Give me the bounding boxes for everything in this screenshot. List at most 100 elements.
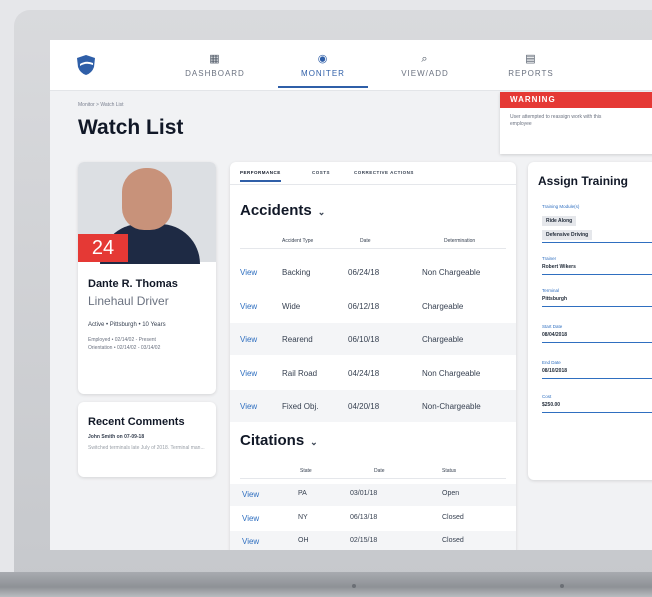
col-determination: Determination xyxy=(444,238,476,244)
view-link[interactable]: View xyxy=(242,490,259,499)
table-row: View Wide 06/12/18 Chargeable xyxy=(230,290,516,322)
driver-name: Dante R. Thomas xyxy=(88,278,178,290)
col-accident-type: Accident Type xyxy=(282,238,314,244)
divider xyxy=(240,248,506,249)
view-link[interactable]: View xyxy=(240,369,257,378)
cost-label: Cost xyxy=(542,394,552,399)
accident-type: Fixed Obj. xyxy=(282,402,319,411)
trainer-select[interactable]: Robert Wikers xyxy=(542,264,576,270)
tab-costs[interactable]: COSTS xyxy=(312,170,330,175)
report-icon: ▤ xyxy=(525,53,537,65)
col-state: State xyxy=(300,468,312,474)
nav-reports[interactable]: ▤ REPORTS xyxy=(486,52,576,78)
citation-status: Open xyxy=(442,490,460,497)
profile-card[interactable]: 24 Dante R. Thomas Linehaul Driver Activ… xyxy=(78,162,216,394)
view-link[interactable]: View xyxy=(240,335,257,344)
hinge-mark xyxy=(560,584,564,588)
driver-role: Linehaul Driver xyxy=(88,294,169,308)
accident-date: 06/24/18 xyxy=(348,268,380,277)
breadcrumb[interactable]: Monitor > Watch List xyxy=(78,102,124,108)
citation-state: OH xyxy=(298,537,309,544)
comment-text: Switched terminals late July of 2018. Te… xyxy=(88,445,205,451)
grid-icon: ▦ xyxy=(209,53,221,65)
accident-date: 06/12/18 xyxy=(348,302,380,311)
terminal-label: Terminal xyxy=(542,288,560,293)
accident-date: 04/20/18 xyxy=(348,402,380,411)
cost-field[interactable]: $250.00 xyxy=(542,402,560,408)
chevron-down-icon: ⌄ xyxy=(317,207,326,217)
accidents-heading[interactable]: Accidents ⌄ xyxy=(240,202,325,219)
comment-author: John Smith on 07-09-18 xyxy=(88,434,145,440)
view-link[interactable]: View xyxy=(242,514,259,523)
table-row: View Rearend 06/10/18 Chargeable xyxy=(230,323,516,355)
col-status: Status xyxy=(442,468,457,474)
end-date-label: End Date xyxy=(542,360,561,365)
module-chip[interactable]: Defensive Driving xyxy=(542,230,593,240)
recent-comments-card[interactable]: Recent Comments John Smith on 07-09-18 S… xyxy=(78,402,216,477)
warning-text: User attempted to reassign work with thi… xyxy=(510,114,602,127)
accident-determination: Chargeable xyxy=(422,302,464,311)
citation-date: 02/15/18 xyxy=(350,537,378,544)
driver-info: Active • Pittsburgh • 10 Years xyxy=(88,322,166,328)
view-link[interactable]: View xyxy=(240,302,257,311)
start-date-field[interactable]: 08/04/2018 xyxy=(542,332,567,338)
laptop-base xyxy=(0,572,652,597)
field-underline xyxy=(542,274,652,275)
accident-type: Backing xyxy=(282,268,311,277)
tab-bar: PERFORMANCE COSTS CORRECTIVE ACTIONS xyxy=(230,162,516,185)
table-row: View PA 03/01/18 Open xyxy=(230,484,516,506)
table-row: View Fixed Obj. 04/20/18 Non-Chargeable xyxy=(230,390,516,422)
field-underline xyxy=(542,342,652,343)
search-icon: ⌕ xyxy=(421,53,429,65)
orientation-dates: Orientation • 02/14/02 - 03/14/02 xyxy=(88,345,161,351)
accident-date: 04/24/18 xyxy=(348,369,380,378)
accident-determination: Non Chargeable xyxy=(422,369,481,378)
driver-dates: Employed • 02/14/02 - Present Orientatio… xyxy=(88,336,160,352)
table-row: View NY 06/13/18 Closed xyxy=(230,508,516,530)
table-row: View OH 02/15/18 Closed xyxy=(230,531,516,550)
warning-header: WARNING xyxy=(500,92,652,108)
citation-state: PA xyxy=(298,490,307,497)
nav-dashboard[interactable]: ▦ DASHBOARD xyxy=(170,52,260,78)
employed-dates: Employed • 02/14/02 - Present xyxy=(88,337,156,343)
module-label: Training Module(s) xyxy=(542,204,580,209)
driver-photo: 24 xyxy=(78,162,216,264)
shield-logo-icon[interactable] xyxy=(75,54,97,76)
chevron-down-icon: ⌄ xyxy=(310,437,318,447)
page-title: Watch List xyxy=(78,116,184,139)
nav-moniter[interactable]: ◉ MONITER xyxy=(278,52,368,88)
field-underline xyxy=(542,378,652,379)
tab-performance[interactable]: PERFORMANCE xyxy=(240,170,281,182)
top-nav: ▦ DASHBOARD ◉ MONITER ⌕ VIEW/ADD ▤ REPOR… xyxy=(50,40,652,91)
terminal-field[interactable]: Pittsburgh xyxy=(542,296,567,302)
view-link[interactable]: View xyxy=(242,537,259,546)
accident-determination: Non-Chargeable xyxy=(422,402,481,411)
accident-date: 06/10/18 xyxy=(348,335,380,344)
field-underline xyxy=(542,242,652,243)
accident-type: Rail Road xyxy=(282,369,318,378)
photo-head xyxy=(122,168,172,230)
nav-view-add[interactable]: ⌕ VIEW/ADD xyxy=(380,52,470,78)
view-link[interactable]: View xyxy=(240,402,257,411)
field-underline xyxy=(542,306,652,307)
divider xyxy=(240,478,506,479)
citation-status: Closed xyxy=(442,537,464,544)
module-chip[interactable]: Ride Along xyxy=(542,216,577,226)
col-date: Date xyxy=(360,238,371,244)
citation-state: NY xyxy=(298,514,308,521)
table-row: View Backing 06/24/18 Non Chargeable xyxy=(230,256,516,288)
accident-determination: Chargeable xyxy=(422,335,464,344)
eye-icon: ◉ xyxy=(317,53,329,65)
accident-determination: Non Chargeable xyxy=(422,268,481,277)
col-date: Date xyxy=(374,468,385,474)
app-screen: ▦ DASHBOARD ◉ MONITER ⌕ VIEW/ADD ▤ REPOR… xyxy=(50,40,652,550)
view-link[interactable]: View xyxy=(240,268,257,277)
accident-type: Wide xyxy=(282,302,301,311)
accident-type: Rearend xyxy=(282,335,313,344)
tab-corrective-actions[interactable]: CORRECTIVE ACTIONS xyxy=(354,170,414,175)
performance-panel: PERFORMANCE COSTS CORRECTIVE ACTIONS Acc… xyxy=(230,162,516,550)
trainer-label: Trainer xyxy=(542,256,557,261)
training-title: Assign Training xyxy=(538,174,629,188)
end-date-field[interactable]: 08/10/2018 xyxy=(542,368,567,374)
citations-heading[interactable]: Citations ⌄ xyxy=(240,432,318,449)
